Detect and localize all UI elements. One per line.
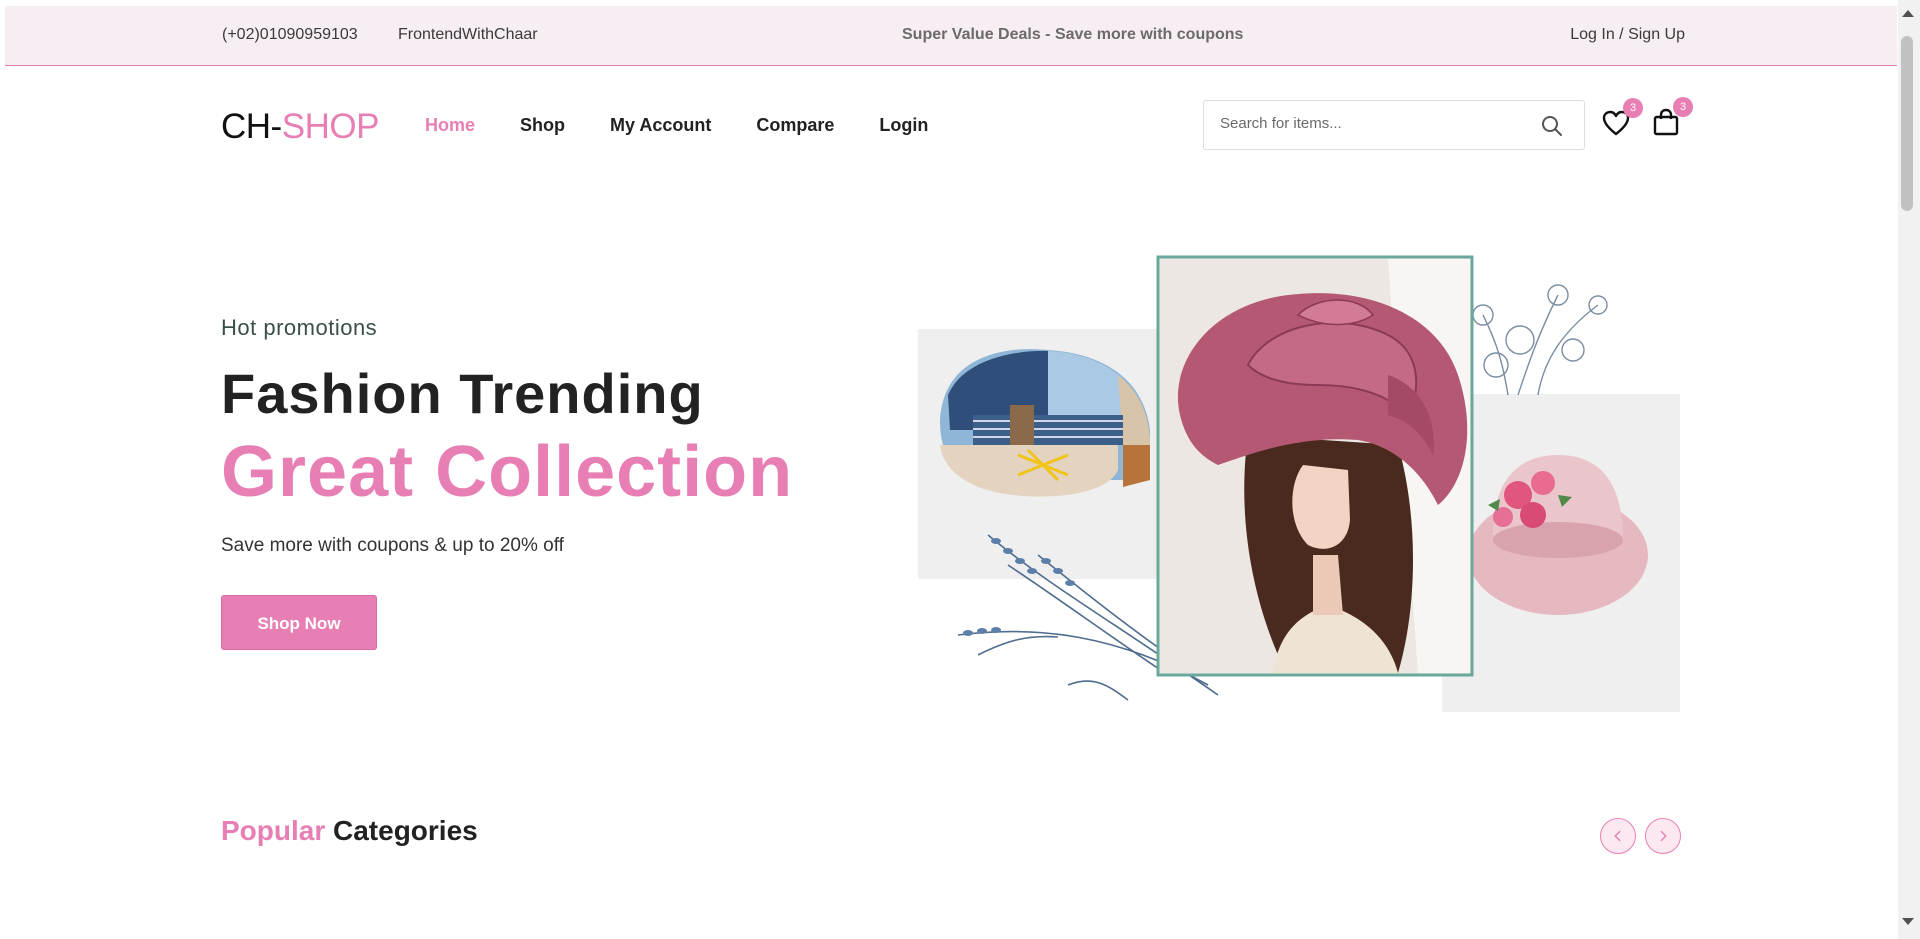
- top-info-bar: (+02)01090959103 FrontendWithChaar Super…: [5, 6, 1897, 66]
- search-box: [1203, 100, 1585, 150]
- nav-my-account[interactable]: My Account: [610, 115, 711, 136]
- logo-prefix: CH-: [221, 107, 282, 146]
- chevron-right-icon: [1660, 830, 1667, 842]
- search-input[interactable]: [1220, 115, 1520, 132]
- shop-now-button[interactable]: Shop Now: [221, 595, 377, 650]
- categories-title-rest: Categories: [333, 815, 478, 846]
- categories-title-highlight: Popular: [221, 815, 326, 846]
- hero-title: Fashion Trending: [221, 362, 704, 425]
- hero-kicker: Hot promotions: [221, 315, 378, 340]
- hero-image-collage: [918, 255, 1680, 712]
- search-icon[interactable]: [1540, 114, 1564, 138]
- brand-link[interactable]: FrontendWithChaar: [398, 26, 538, 44]
- page: (+02)01090959103 FrontendWithChaar Super…: [0, 0, 1920, 939]
- site-logo[interactable]: CH-SHOP: [221, 107, 379, 147]
- phone-number: (+02)01090959103: [222, 26, 358, 43]
- categories-next-button[interactable]: [1645, 818, 1681, 854]
- main-nav: Home Shop My Account Compare Login: [425, 115, 973, 136]
- nav-login[interactable]: Login: [879, 115, 928, 136]
- nav-compare[interactable]: Compare: [756, 115, 834, 136]
- wishlist-count-badge: 3: [1623, 98, 1643, 118]
- hero-title-highlight: Great Collection: [221, 432, 794, 512]
- categories-prev-button[interactable]: [1600, 818, 1636, 854]
- deals-banner: Super Value Deals - Save more with coupo…: [902, 26, 1244, 43]
- scroll-down-arrow-icon[interactable]: [1902, 918, 1914, 925]
- wishlist-button[interactable]: 3: [1601, 98, 1643, 138]
- cart-button[interactable]: 3: [1651, 97, 1693, 137]
- model-with-hat-image: [1160, 259, 1470, 673]
- main-header: CH-SHOP Home Shop My Account Compare Log…: [0, 67, 1900, 187]
- cart-count-badge: 3: [1673, 97, 1693, 117]
- logo-suffix: SHOP: [281, 107, 380, 146]
- nav-home[interactable]: Home: [425, 115, 475, 136]
- hero-content: Hot promotions Fashion Trending Great Co…: [221, 315, 793, 650]
- scroll-up-arrow-icon[interactable]: [1902, 10, 1914, 17]
- login-signup-link[interactable]: Log In / Sign Up: [1570, 26, 1685, 44]
- popular-categories-heading: Popular Categories: [221, 815, 478, 847]
- flower-sketch: [1472, 284, 1608, 396]
- scrollbar-thumb[interactable]: [1901, 36, 1913, 211]
- hero-subtitle: Save more with coupons & up to 20% off: [221, 535, 564, 556]
- chevron-left-icon: [1614, 830, 1621, 842]
- nav-shop[interactable]: Shop: [520, 115, 565, 136]
